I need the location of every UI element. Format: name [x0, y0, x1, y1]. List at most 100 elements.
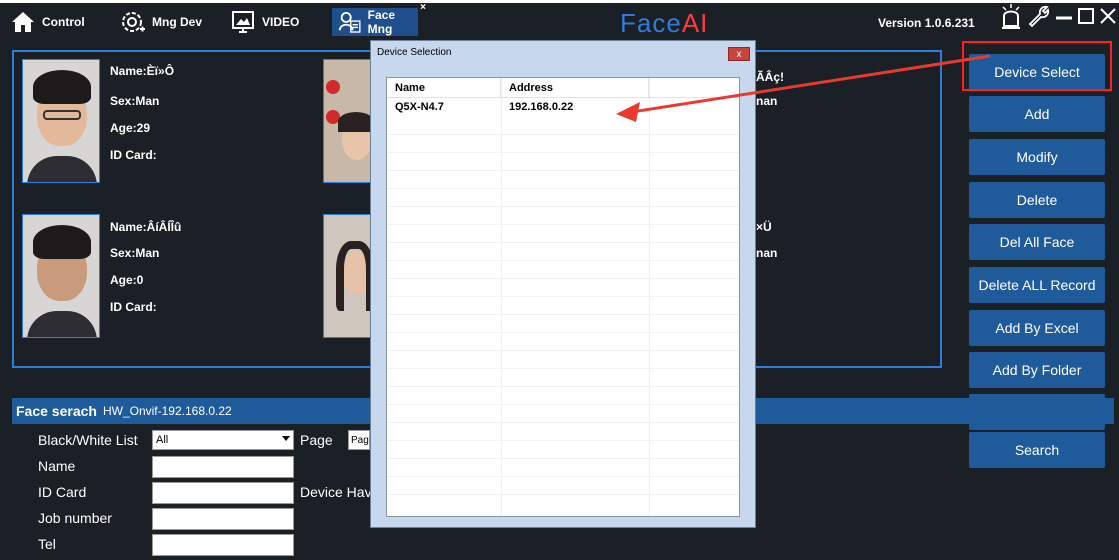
grid-line [387, 458, 739, 459]
device-row[interactable]: Q5X-N4.7 192.168.0.22 [387, 98, 739, 116]
photo-shirt [27, 311, 97, 337]
photo-hair [336, 241, 372, 311]
face-search-subtitle: HW_Onvif-192.168.0.22 [102, 404, 232, 418]
card-sex: Sex:Man [110, 246, 160, 260]
tab-mng-dev[interactable]: Mng Dev [120, 8, 202, 36]
job-number-input[interactable] [152, 508, 294, 530]
search-button[interactable]: Search [969, 432, 1105, 468]
tel-input[interactable] [152, 534, 294, 556]
device-manage-icon [122, 12, 145, 32]
highlight-box [962, 41, 1112, 91]
face-manage-icon [338, 11, 361, 33]
wrench-icon[interactable] [1026, 4, 1050, 28]
list-header: Name Address [387, 78, 739, 98]
tab-label: Mng Dev [152, 15, 203, 29]
id-card-label: ID Card [38, 484, 87, 500]
lantern-1 [326, 80, 340, 94]
page-input[interactable]: Pag [348, 430, 370, 450]
add-button[interactable]: Add [969, 96, 1105, 132]
name-label: Name [38, 458, 76, 474]
grid-line [387, 170, 739, 171]
grid-line [387, 278, 739, 279]
grid-line [387, 422, 739, 423]
grid-line [387, 404, 739, 405]
id-card-input[interactable] [152, 482, 294, 504]
column-header-address[interactable]: Address [501, 78, 649, 97]
grid-line [387, 494, 739, 495]
modify-button[interactable]: Modify [969, 139, 1105, 175]
top-strip [0, 0, 1119, 3]
bw-list-value: All [156, 434, 169, 446]
card-name-partial: ×Ü [756, 220, 772, 234]
dialog-close-button[interactable]: x [728, 47, 750, 61]
device-have-label: Device Have [300, 484, 380, 500]
grid-line [387, 296, 739, 297]
grid-line [387, 224, 739, 225]
card-id: ID Card: [110, 148, 157, 162]
grid-line [387, 332, 739, 333]
add-by-folder-button[interactable]: Add By Folder [969, 352, 1105, 388]
job-number-label: Job number [38, 510, 112, 526]
page-value: Pag [351, 434, 369, 446]
face-photo[interactable] [323, 59, 373, 183]
delete-button[interactable]: Delete [969, 182, 1105, 218]
card-name: Name:Èï»Ô [110, 64, 175, 78]
card-age: Age:29 [110, 121, 151, 135]
top-bar: Control Mng Dev VIDEO Face Mng × FaceAI … [0, 0, 1119, 40]
grid-line [649, 78, 650, 516]
card-name: Name:ÂíÂÍÎû [110, 220, 182, 234]
photo-hair [33, 225, 91, 259]
name-input[interactable] [152, 456, 294, 478]
grid-line [501, 78, 502, 516]
photo-hair [33, 70, 91, 104]
grid-line [387, 314, 739, 315]
face-photo[interactable] [22, 59, 100, 183]
video-monitor-icon [232, 11, 254, 33]
tab-label: VIDEO [262, 15, 300, 29]
maximize-icon[interactable] [1076, 4, 1096, 28]
del-all-face-button[interactable]: Del All Face [969, 224, 1105, 260]
grid-line [387, 188, 739, 189]
grid-line [387, 386, 739, 387]
app-title-part-1: Face [620, 8, 682, 38]
chevron-down-icon [282, 436, 290, 441]
tab-face-mng[interactable]: Face Mng × [332, 2, 426, 36]
grid-line [387, 152, 739, 153]
grid-line [387, 368, 739, 369]
grid-line [387, 242, 739, 243]
page-label: Page [300, 432, 333, 448]
device-address: 192.168.0.22 [509, 101, 574, 113]
version-label: Version 1.0.6.231 [878, 16, 975, 30]
home-icon [12, 12, 34, 32]
grid-line [387, 134, 739, 135]
tel-label: Tel [38, 536, 56, 552]
minimize-icon[interactable] [1054, 4, 1074, 28]
app-title-part-2: AI [681, 8, 709, 38]
card-sex-partial: nan [756, 246, 778, 260]
card-sex-partial: nan [756, 94, 778, 108]
grid-line [387, 440, 739, 441]
delete-all-record-button[interactable]: Delete ALL Record [969, 267, 1105, 303]
face-photo[interactable] [22, 214, 100, 338]
tab-control[interactable]: Control [10, 8, 85, 36]
device-selection-dialog: Device Selection x Name Address Q5X-N4.7… [370, 40, 756, 528]
photo-glasses [43, 110, 81, 120]
face-photo[interactable] [323, 214, 373, 338]
photo-shirt [27, 156, 97, 182]
alarm-icon[interactable] [1000, 2, 1022, 30]
card-sex: Sex:Man [110, 94, 160, 108]
column-header-name[interactable]: Name [387, 78, 501, 97]
add-by-excel-button[interactable]: Add By Excel [969, 310, 1105, 346]
tab-video[interactable]: VIDEO [230, 8, 299, 36]
device-name: Q5X-N4.7 [395, 101, 444, 113]
close-icon[interactable] [1098, 4, 1118, 28]
device-list: Name Address Q5X-N4.7 192.168.0.22 [386, 77, 740, 517]
card-id: ID Card: [110, 300, 157, 314]
bw-list-select[interactable]: All [152, 430, 294, 450]
tab-close-icon[interactable]: × [420, 2, 426, 13]
tab-label: Face Mng [367, 8, 396, 36]
tab-label: Control [42, 15, 85, 29]
face-search-title: Face serach [16, 403, 97, 419]
grid-line [387, 350, 739, 351]
grid-line [387, 476, 739, 477]
